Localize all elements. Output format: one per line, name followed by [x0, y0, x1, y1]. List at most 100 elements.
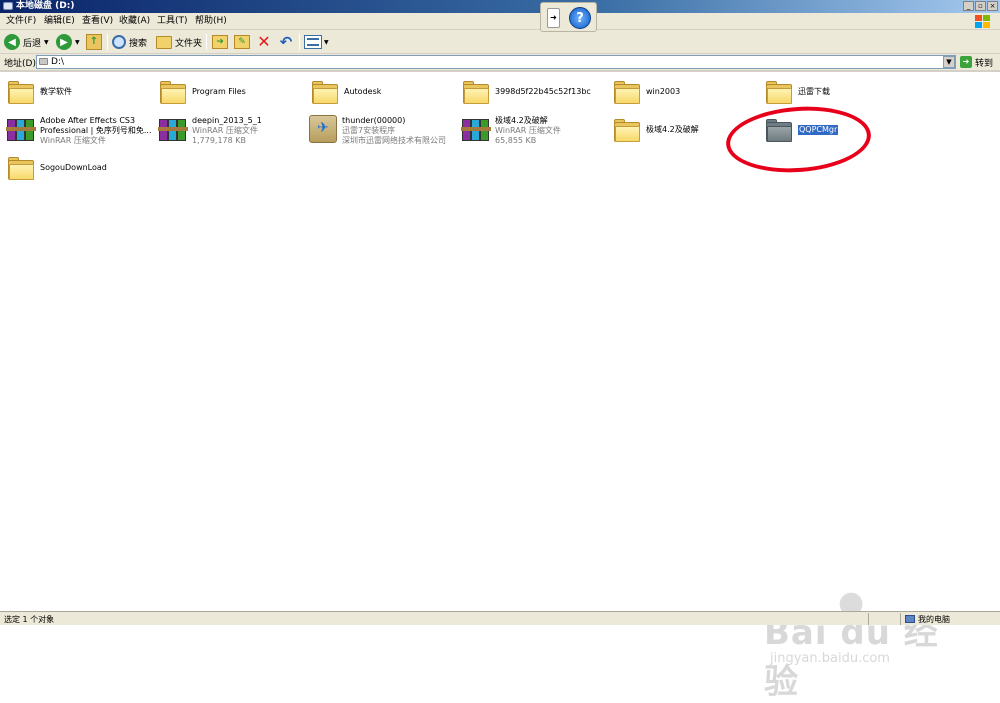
views-button[interactable]: ▼	[304, 33, 329, 51]
status-section	[868, 613, 898, 625]
undo-button[interactable]: ↶	[278, 33, 294, 51]
menu-favorites[interactable]: 收藏(A)	[119, 16, 150, 27]
folder-item[interactable]: 教学软件	[6, 78, 72, 108]
folder-icon	[6, 154, 36, 184]
search-label: 搜索	[129, 38, 148, 49]
item-name: thunder(00000)	[342, 116, 406, 125]
item-name: 迅雷下载	[798, 87, 830, 96]
item-size: 1,779,178 KB	[192, 136, 246, 145]
menu-file[interactable]: 文件(F)	[6, 16, 36, 27]
status-bar: 选定 1 个对象 我的电脑	[0, 611, 1000, 625]
address-label: 地址(D)	[4, 59, 36, 69]
folders-label: 文件夹	[175, 38, 203, 49]
arrow-tab-icon[interactable]: ➜	[547, 8, 560, 28]
delete-button[interactable]: ✕	[256, 33, 272, 51]
drive-icon	[39, 58, 48, 65]
drive-icon	[3, 2, 13, 10]
views-icon	[304, 35, 322, 49]
folder-item[interactable]: Autodesk	[310, 78, 381, 108]
address-value: D:\	[51, 57, 64, 67]
toolbar-separator	[107, 34, 108, 50]
back-label: 后退	[23, 38, 42, 49]
toolbar-separator	[206, 34, 207, 50]
copy-to-icon: ✎	[234, 35, 250, 49]
item-name-continued: Professional | 免序列号和免...	[40, 126, 152, 135]
rar-file-item[interactable]: 极域4.2及破解 WinRAR 压缩文件 65,855 KB	[461, 114, 561, 146]
winrar-icon	[158, 114, 188, 144]
exe-file-item[interactable]: ✈ thunder(00000) 迅雷7安装程序 深圳市迅雷网络技术有限公司	[308, 114, 446, 146]
maximize-button[interactable]: ▫	[975, 1, 986, 11]
folder-item[interactable]: 3998d5f22b45c52f13bc	[461, 78, 591, 108]
window-title: 本地磁盘 (D:)	[16, 1, 75, 11]
item-name: 极域4.2及破解	[495, 116, 548, 125]
item-description: 迅雷7安装程序	[342, 126, 396, 135]
forward-button[interactable]: ▶ ▼	[56, 33, 80, 51]
rar-file-item[interactable]: deepin_2013_5_1 WinRAR 压缩文件 1,779,178 KB	[158, 114, 262, 146]
folder-icon	[612, 78, 642, 108]
item-type: WinRAR 压缩文件	[495, 126, 561, 135]
item-type: WinRAR 压缩文件	[40, 136, 106, 145]
address-dropdown-icon[interactable]: ▼	[943, 56, 955, 68]
menu-edit[interactable]: 编辑(E)	[44, 16, 75, 27]
rar-file-item[interactable]: Adobe After Effects CS3 Professional | 免…	[6, 114, 152, 146]
folders-icon	[156, 35, 172, 49]
search-button[interactable]: 搜索	[112, 33, 147, 51]
folder-item[interactable]: SogouDownLoad	[6, 154, 107, 184]
close-button[interactable]: ×	[987, 1, 998, 11]
toolbar-separator	[299, 34, 300, 50]
item-size: 65,855 KB	[495, 136, 537, 145]
folder-item[interactable]: Program Files	[158, 78, 246, 108]
menu-bar: 文件(F) 编辑(E) 查看(V) 收藏(A) 工具(T) 帮助(H)	[0, 13, 1000, 30]
menu-tools[interactable]: 工具(T)	[157, 16, 188, 27]
address-input[interactable]: D:\	[36, 55, 956, 69]
folder-icon	[612, 116, 642, 146]
menu-help[interactable]: 帮助(H)	[195, 16, 227, 27]
help-icon[interactable]: ?	[569, 7, 591, 29]
item-name: 3998d5f22b45c52f13bc	[495, 87, 591, 96]
folder-item[interactable]: 迅雷下载	[764, 78, 830, 108]
folder-icon	[158, 78, 188, 108]
baidu-jingyan-watermark: ● Bai du 经验 jingyan.baidu.com	[760, 585, 960, 702]
floating-help-widget: ➜ ?	[540, 2, 597, 32]
minimize-button[interactable]: _	[963, 1, 974, 11]
go-label: 转到	[975, 58, 994, 69]
copy-to-button[interactable]: ✎	[234, 33, 250, 51]
back-dropdown-icon[interactable]: ▼	[44, 39, 49, 46]
my-computer-icon	[905, 615, 915, 623]
item-name: win2003	[646, 87, 681, 96]
folder-up-icon: ↑	[86, 34, 102, 50]
undo-icon: ↶	[279, 33, 293, 51]
item-name: 极域4.2及破解	[646, 125, 699, 134]
move-to-icon: ➜	[212, 35, 228, 49]
forward-arrow-icon: ▶	[56, 34, 72, 50]
item-name: deepin_2013_5_1	[192, 116, 262, 125]
back-button[interactable]: ◀ 后退 ▼	[4, 33, 49, 51]
go-button[interactable]: ➜ 转到	[960, 55, 993, 69]
folder-icon	[764, 78, 794, 108]
move-to-button[interactable]: ➜	[212, 33, 228, 51]
forward-dropdown-icon[interactable]: ▼	[75, 39, 80, 46]
folder-item[interactable]: win2003	[612, 78, 680, 108]
folder-icon	[461, 78, 491, 108]
address-bar: 地址(D) D:\ ▼ ➜ 转到	[0, 54, 1000, 70]
views-dropdown-icon[interactable]: ▼	[324, 39, 329, 46]
title-bar[interactable]: 本地磁盘 (D:) _ ▫ ×	[0, 0, 1000, 13]
go-arrow-icon: ➜	[960, 56, 972, 68]
up-button[interactable]: ↑	[86, 33, 102, 51]
folder-icon	[310, 78, 340, 108]
back-arrow-icon: ◀	[4, 34, 20, 50]
item-name: Program Files	[192, 87, 246, 96]
status-location: 我的电脑	[900, 613, 950, 625]
winrar-icon	[6, 114, 36, 144]
explorer-window: 本地磁盘 (D:) _ ▫ × 文件(F) 编辑(E) 查看(V) 收藏(A) …	[0, 0, 1000, 702]
windows-logo-icon	[974, 14, 992, 29]
menu-view[interactable]: 查看(V)	[82, 16, 113, 27]
item-name: Autodesk	[344, 87, 382, 96]
thunder-installer-icon: ✈	[308, 114, 338, 144]
item-type: WinRAR 压缩文件	[192, 126, 258, 135]
delete-x-icon: ✕	[257, 32, 271, 51]
folder-item[interactable]: 极域4.2及破解	[612, 116, 699, 146]
folders-button[interactable]: 文件夹	[156, 33, 202, 51]
status-text: 选定 1 个对象	[4, 615, 55, 624]
toolbar: ◀ 后退 ▼ ▶ ▼ ↑ 搜索 文件夹 ➜ ✎ ✕ ↶ ▼	[0, 30, 1000, 54]
